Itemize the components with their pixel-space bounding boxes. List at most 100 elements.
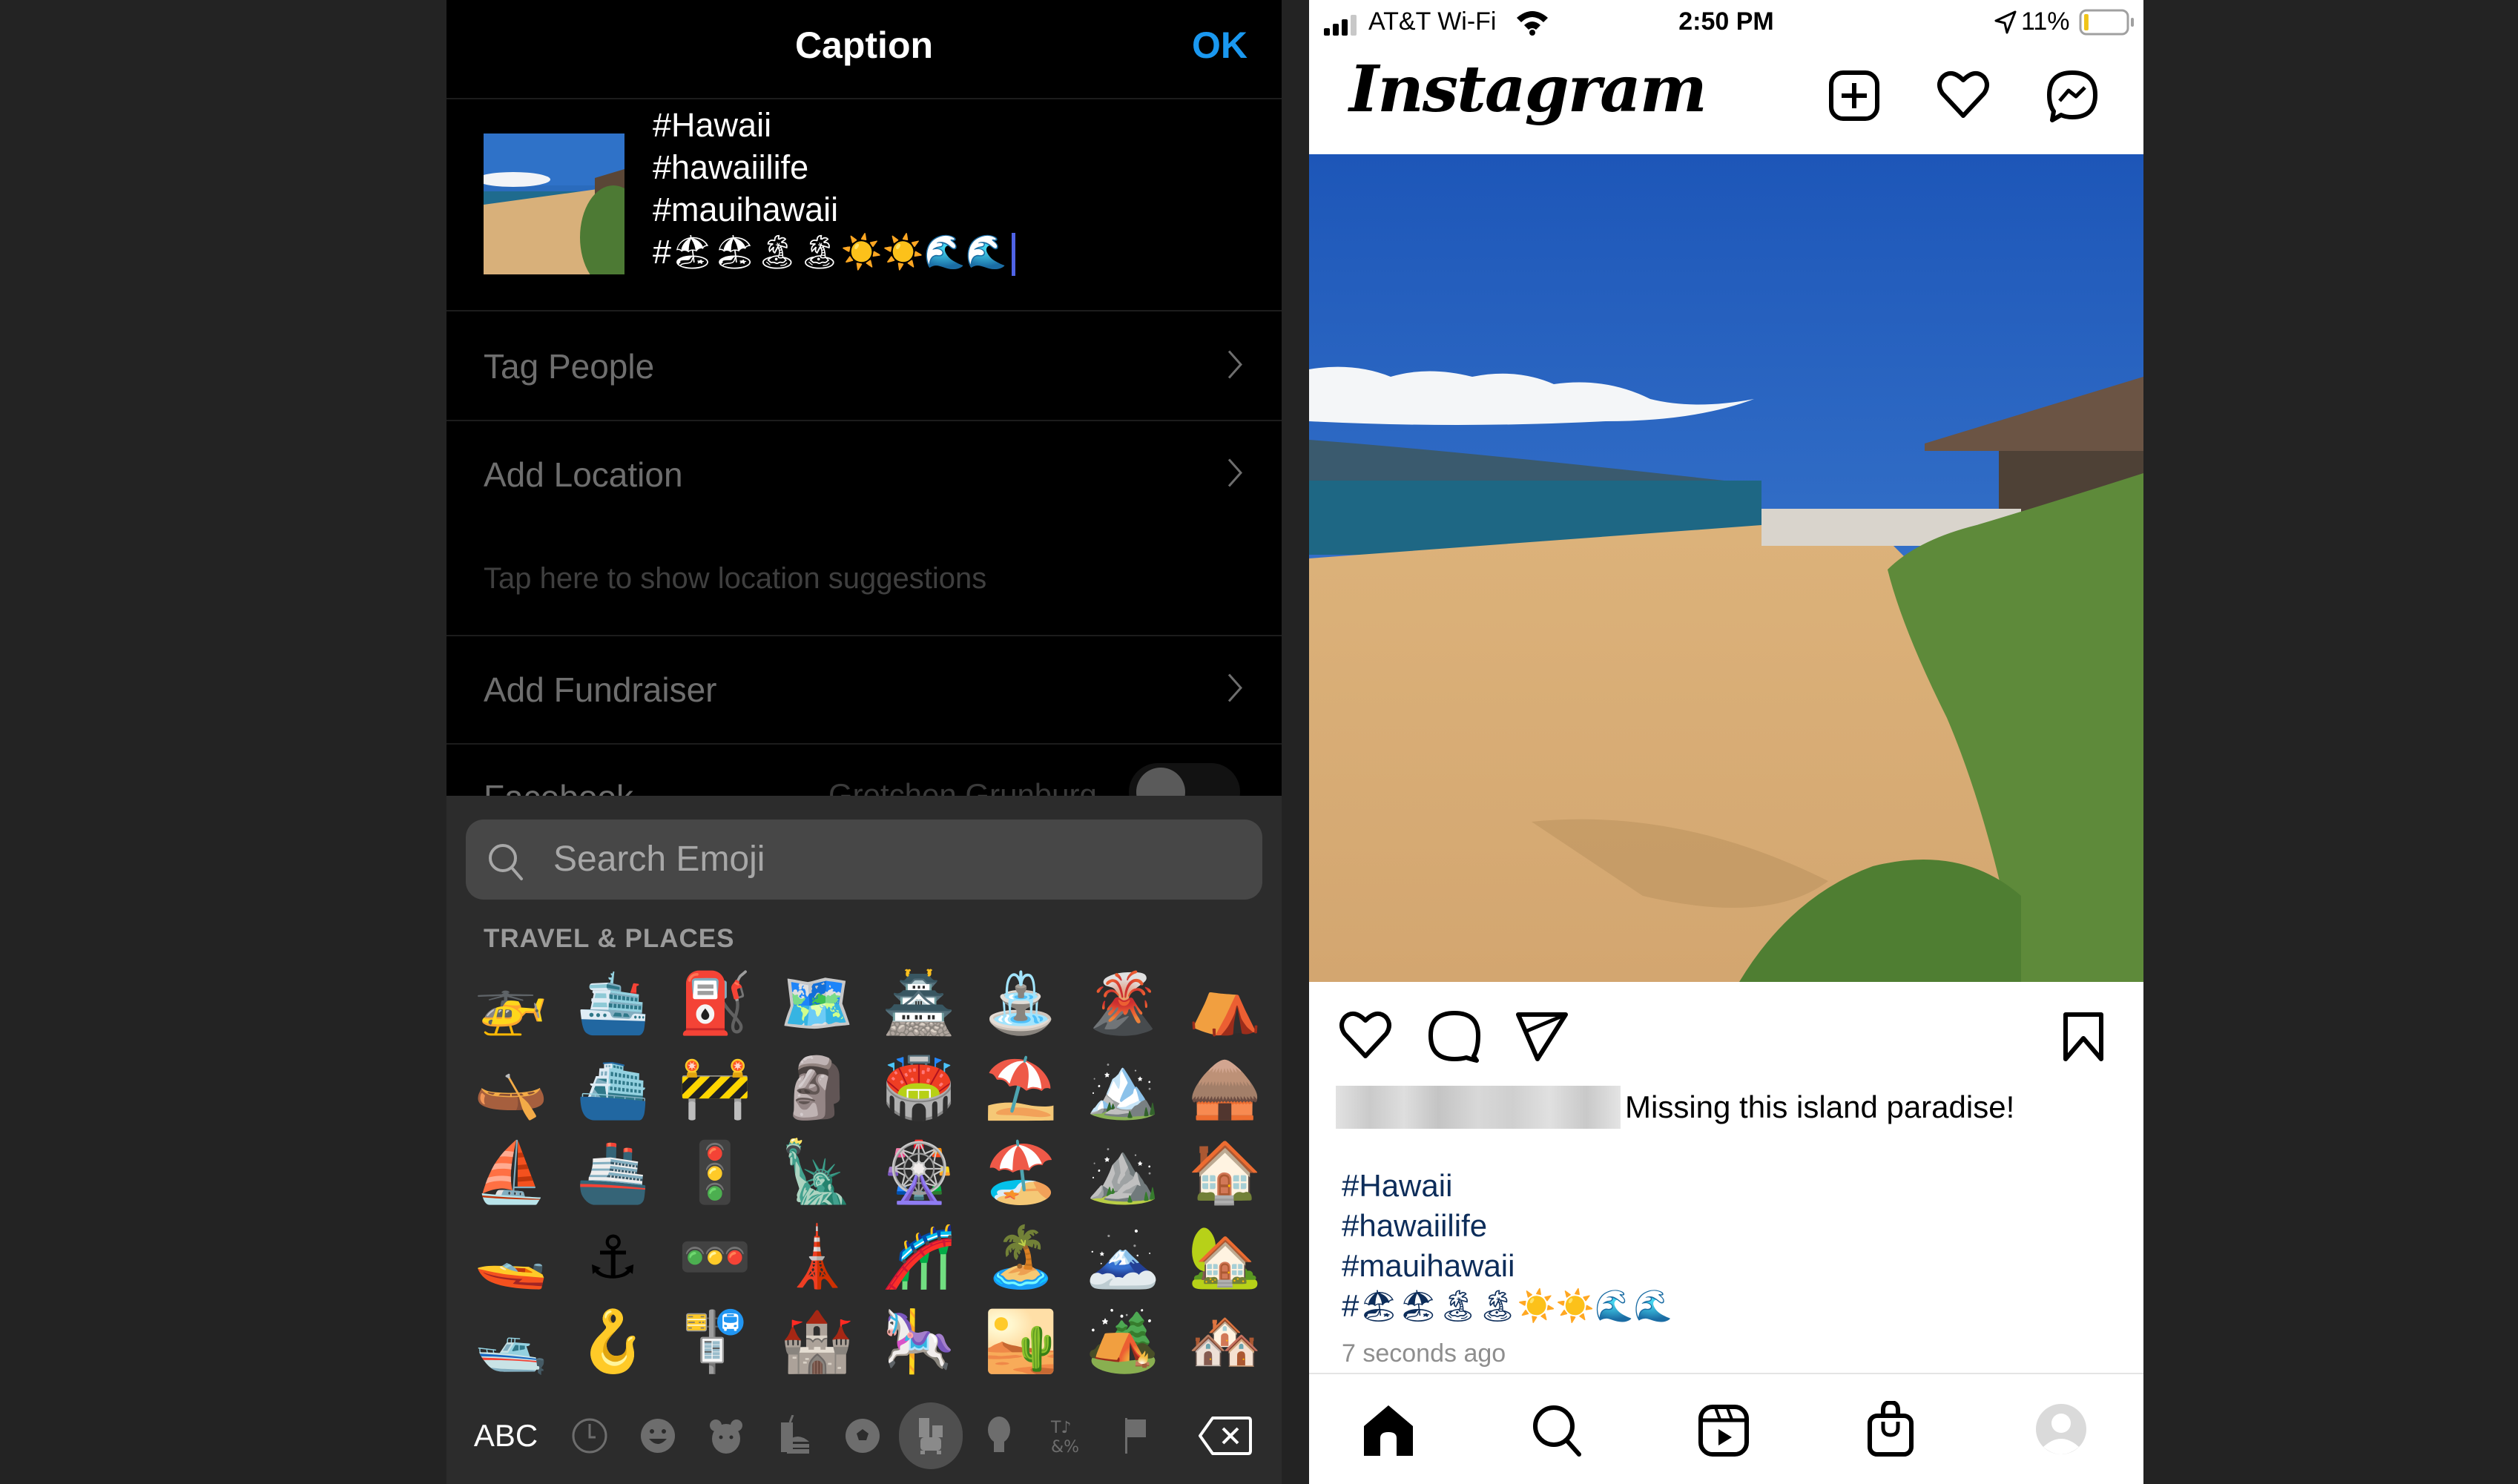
- post-photo[interactable]: [1309, 154, 2143, 982]
- like-heart-icon[interactable]: [1339, 1010, 1392, 1064]
- battery-icon: [2079, 9, 2135, 42]
- abc-keyboard-button[interactable]: ABC: [469, 1395, 543, 1477]
- emoji-key[interactable]: 🗽: [766, 1130, 869, 1215]
- chevron-right-icon: [1227, 458, 1243, 492]
- chevron-right-icon: [1227, 673, 1243, 708]
- beach-photo-thumbnail: [484, 133, 624, 274]
- emoji-key[interactable]: ⛰️: [1072, 1130, 1174, 1215]
- comment-icon[interactable]: [1428, 1010, 1481, 1067]
- search-icon[interactable]: [1532, 1404, 1583, 1461]
- animals-icon[interactable]: [694, 1395, 758, 1477]
- shop-icon[interactable]: [1867, 1399, 1914, 1461]
- emoji-key[interactable]: 🏟️: [868, 1046, 970, 1130]
- save-bookmark-icon[interactable]: [2061, 1010, 2106, 1067]
- hashtag-link[interactable]: #hawaiilife: [1342, 1206, 1672, 1246]
- caption-line: #🏖🏖🏝🏝☀️☀️🌊🌊: [653, 233, 1007, 271]
- instagram-feed-screen: AT&T Wi-Fi 2:50 PM 11% Instagram Missing…: [1309, 0, 2143, 1484]
- hashtag-link[interactable]: #Hawaii: [1342, 1166, 1672, 1206]
- emoji-search-input[interactable]: Search Emoji: [466, 820, 1262, 900]
- objects-icon[interactable]: [967, 1395, 1031, 1477]
- emoji-key[interactable]: 🎡: [868, 1130, 970, 1215]
- add-location-label: Add Location: [484, 455, 683, 494]
- add-fundraiser-row[interactable]: Add Fundraiser: [446, 638, 1282, 742]
- new-post-icon[interactable]: [1828, 70, 1880, 125]
- emoji-key[interactable]: 🛖: [1174, 1046, 1276, 1130]
- share-direct-icon[interactable]: [1515, 1010, 1569, 1067]
- emoji-key[interactable]: 🏡: [1174, 1215, 1276, 1299]
- emoji-key[interactable]: 🏠: [1174, 1130, 1276, 1215]
- emoji-key[interactable]: 🚤: [460, 1215, 562, 1299]
- emoji-key[interactable]: 🏜️: [970, 1299, 1072, 1384]
- emoji-key[interactable]: 🚢: [562, 1130, 665, 1215]
- emoji-key[interactable]: 🛳️: [562, 961, 665, 1046]
- caption-input[interactable]: #Hawaii #hawaiilife #mauihawaii #🏖🏖🏝🏝☀️☀…: [653, 104, 1015, 277]
- emoji-key[interactable]: 🚁: [460, 961, 562, 1046]
- emoji-key[interactable]: 🗺️: [766, 961, 869, 1046]
- tag-people-label: Tag People: [484, 347, 655, 386]
- activity-heart-icon[interactable]: [1937, 70, 1990, 124]
- activity-icon[interactable]: [831, 1395, 894, 1477]
- flags-icon[interactable]: [1104, 1395, 1167, 1477]
- emoji-key[interactable]: 🪝: [562, 1299, 665, 1384]
- emoji-key[interactable]: 🏕️: [1072, 1299, 1174, 1384]
- emoji-row: 🛥️ 🪝 🚏 🏰 🎠 🏜️ 🏕️ 🏘️: [460, 1299, 1276, 1384]
- emoji-row: 🛶 ⛴️ 🚧 🗿 🏟️ ⛱️ 🏔️ 🛖: [460, 1046, 1276, 1130]
- emoji-key[interactable]: ⛺: [1174, 961, 1276, 1046]
- emoji-key[interactable]: 🛥️: [460, 1299, 562, 1384]
- emoji-key[interactable]: 🏝️: [970, 1215, 1072, 1299]
- profile-icon[interactable]: [2034, 1402, 2088, 1460]
- caption-line: #Hawaii: [653, 106, 772, 144]
- emoji-key[interactable]: 🏔️: [1072, 1046, 1174, 1130]
- emoji-key[interactable]: 🏰: [766, 1299, 869, 1384]
- divider: [446, 310, 1282, 311]
- add-location-row[interactable]: Add Location: [446, 423, 1282, 527]
- delete-button[interactable]: [1188, 1395, 1262, 1477]
- emoji-key[interactable]: 🚦: [664, 1130, 766, 1215]
- emoji-key[interactable]: 🚥: [664, 1215, 766, 1299]
- bottom-tab-bar: [1309, 1374, 2143, 1484]
- emoji-key[interactable]: 🎢: [868, 1215, 970, 1299]
- post-thumbnail: [484, 133, 624, 274]
- emoji-row: ⛵ 🚢 🚦 🗽 🎡 🏖️ ⛰️ 🏠: [460, 1130, 1276, 1215]
- home-icon[interactable]: [1362, 1404, 1414, 1461]
- emoji-key[interactable]: 🏖️: [970, 1130, 1072, 1215]
- svg-text:T♪: T♪: [1050, 1419, 1071, 1437]
- hashtag-link[interactable]: #🏖🏖🏝🏝☀️☀️🌊🌊: [1342, 1286, 1672, 1326]
- battery-level-fill: [2084, 14, 2089, 30]
- emoji-key[interactable]: 🚏: [664, 1299, 766, 1384]
- symbols-icon[interactable]: T♪ &%: [1035, 1395, 1099, 1477]
- instagram-logo: Instagram: [1349, 52, 1707, 127]
- emoji-key[interactable]: ⛱️: [970, 1046, 1072, 1130]
- emoji-grid: 🚁 🛳️ ⛽ 🗺️ 🏯 ⛲ 🌋 ⛺ 🛶 ⛴️ 🚧 🗿 🏟️ ⛱️ 🏔️ 🛖 ⛵ 🚢 🚦 🗽 🎡 🏖️ ⛰️ 🏠 🚤 ⚓ 🚥 🗼 🎢 🏝️ 🗻…: [460, 961, 1276, 1384]
- reels-icon[interactable]: [1698, 1404, 1750, 1461]
- emoji-key[interactable]: ⛲: [970, 961, 1072, 1046]
- emoji-key[interactable]: ⛵: [460, 1130, 562, 1215]
- emoji-category-label: TRAVEL & PLACES: [484, 924, 735, 953]
- emoji-key[interactable]: ⛽: [664, 961, 766, 1046]
- emoji-key[interactable]: 🗼: [766, 1215, 869, 1299]
- emoji-key[interactable]: 🏘️: [1174, 1299, 1276, 1384]
- emoji-key[interactable]: 🗻: [1072, 1215, 1174, 1299]
- location-suggestions-link[interactable]: Tap here to show location suggestions: [484, 562, 986, 596]
- emoji-key[interactable]: 🌋: [1072, 961, 1174, 1046]
- emoji-key[interactable]: 🛶: [460, 1046, 562, 1130]
- emoji-key[interactable]: 🚧: [664, 1046, 766, 1130]
- travel-icon[interactable]: [899, 1395, 963, 1477]
- recent-icon[interactable]: [558, 1395, 622, 1477]
- hashtag-link[interactable]: #mauihawaii: [1342, 1246, 1672, 1286]
- messenger-icon[interactable]: [2046, 70, 2098, 127]
- emoji-key[interactable]: ⚓: [562, 1215, 665, 1299]
- emoji-key[interactable]: 🏯: [868, 961, 970, 1046]
- caption-line: #mauihawaii: [653, 191, 839, 228]
- caption-line: #hawaiilife: [653, 148, 809, 186]
- ok-button[interactable]: OK: [1192, 24, 1248, 67]
- food-icon[interactable]: [762, 1395, 826, 1477]
- emoji-key[interactable]: ⛴️: [562, 1046, 665, 1130]
- emoji-key[interactable]: 🎠: [868, 1299, 970, 1384]
- chevron-right-icon: [1227, 349, 1243, 384]
- clock: 2:50 PM: [1678, 7, 1774, 36]
- username-redacted[interactable]: [1336, 1086, 1621, 1129]
- tag-people-row[interactable]: Tag People: [446, 314, 1282, 418]
- smileys-icon[interactable]: [626, 1395, 690, 1477]
- emoji-key[interactable]: 🗿: [766, 1046, 869, 1130]
